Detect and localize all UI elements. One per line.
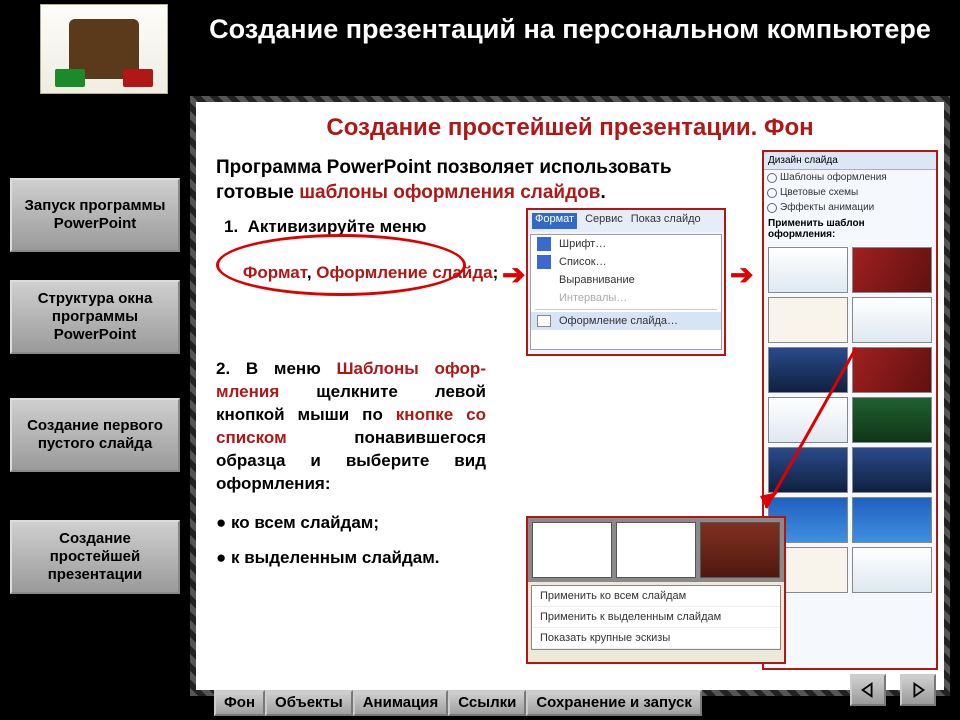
- ctx-apply-selected: Применить к выделенным слайдам: [532, 607, 780, 628]
- logo-bookworm: [40, 4, 168, 94]
- template-thumb: [852, 297, 932, 343]
- tab-objects[interactable]: Объекты: [265, 690, 353, 716]
- sidebar-btn-first-slide[interactable]: Создание первого пустого слайда: [10, 398, 180, 472]
- next-button[interactable]: [900, 674, 936, 706]
- sidebar-btn-simple-pres[interactable]: Создание простейшей презентации: [10, 520, 180, 594]
- menu-service: Сервис: [585, 213, 623, 229]
- tab-save-run[interactable]: Сохранение и запуск: [526, 690, 702, 716]
- page-title: Создание презентаций на персональном ком…: [200, 12, 940, 47]
- content-area: Создание простейшей презентации. Фон Про…: [196, 102, 944, 690]
- tab-background[interactable]: Фон: [214, 690, 265, 716]
- menu-item-font: Шрифт…: [531, 235, 721, 253]
- prev-button[interactable]: [850, 674, 886, 706]
- template-thumb: [852, 247, 932, 293]
- template-thumb: [852, 547, 932, 593]
- panel-opt-templates: Шаблоны оформления: [764, 170, 936, 185]
- intro-highlight: шаблоны оформления слайдов: [299, 182, 600, 203]
- menubar: Формат Сервис Показ слайдо: [528, 210, 724, 232]
- panel-header: Дизайн слайда: [764, 152, 936, 170]
- format-menu-screenshot: Формат Сервис Показ слайдо Шрифт… Список…: [526, 208, 726, 356]
- ctx-thumb: [700, 522, 780, 578]
- bullet-all-slides: ● ко всем слайдам;: [216, 513, 496, 533]
- panel-label: Применить шаблон оформления:: [764, 215, 936, 243]
- ctx-thumb: [532, 522, 612, 578]
- sidebar-btn-structure[interactable]: Структура окна программы PowerPoint: [10, 280, 180, 354]
- diagonal-arrow-icon: [746, 338, 876, 528]
- menu-format: Формат: [532, 213, 577, 229]
- menu-item-align: Выравнивание: [531, 271, 721, 289]
- panel-opt-anim: Эффекты анимации: [764, 200, 936, 215]
- sidebar-btn-launch[interactable]: Запуск программы PowerPoint: [10, 178, 180, 252]
- tab-links[interactable]: Ссылки: [448, 690, 526, 716]
- context-menu-screenshot: Применить ко всем слайдам Применить к вы…: [526, 516, 786, 664]
- ctx-apply-all: Применить ко всем слайдам: [532, 586, 780, 607]
- arrow-icon: ➔: [502, 258, 525, 291]
- bottom-tabs: Фон Объекты Анимация Ссылки Сохранение и…: [214, 690, 702, 716]
- template-thumb: [768, 297, 848, 343]
- intro-text: Программа PowerPoint позволяет использов…: [216, 156, 716, 205]
- content-subtitle: Создание простейшей презентации. Фон: [196, 114, 944, 142]
- ctx-large-thumbs: Показать крупные эскизы: [532, 628, 780, 649]
- menu-item-slide-design: Оформление слайда…: [531, 312, 721, 330]
- step2: 2. В меню Шаблоны офор­мления щелкните л…: [216, 358, 486, 496]
- menu-slideshow: Показ слайдо: [631, 213, 701, 229]
- nav-arrows: [850, 674, 936, 706]
- ctx-thumb: [616, 522, 696, 578]
- menu-item-intervals: Интервалы…: [531, 289, 721, 307]
- tab-animation[interactable]: Анимация: [353, 690, 449, 716]
- template-thumb: [768, 247, 848, 293]
- bullet-selected-slides: ● к выделенным слайдам.: [216, 548, 496, 568]
- menu-item-list: Список…: [531, 253, 721, 271]
- red-ellipse: [216, 234, 466, 296]
- panel-opt-colors: Цветовые схемы: [764, 185, 936, 200]
- arrow-icon: ➔: [730, 258, 753, 291]
